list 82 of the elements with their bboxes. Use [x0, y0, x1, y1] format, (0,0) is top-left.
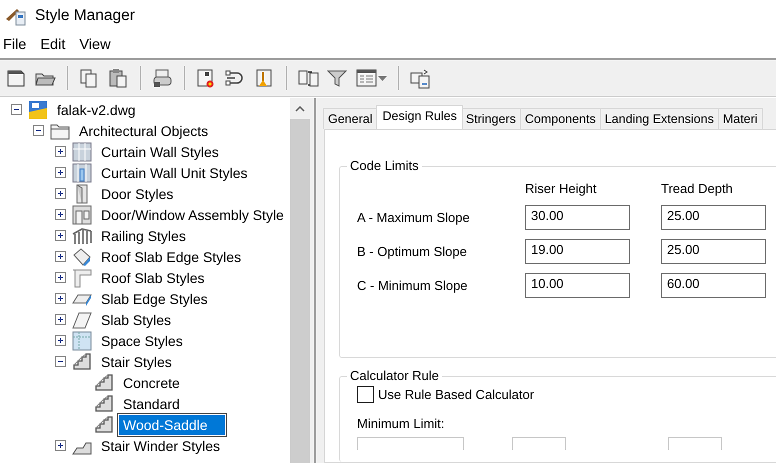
tree-item[interactable]: Stair Winder Styles: [97, 436, 224, 456]
input-field[interactable]: 10.00: [525, 273, 630, 298]
new-document-icon[interactable]: [6, 68, 27, 88]
tree-item[interactable]: Space Styles: [97, 330, 187, 350]
menu-item[interactable]: Edit: [40, 37, 80, 53]
tree-item[interactable]: Stair Styles: [97, 352, 176, 372]
input-field[interactable]: [512, 437, 566, 450]
menu-item[interactable]: View: [79, 37, 125, 53]
expand-toggle[interactable]: [55, 167, 66, 178]
tab[interactable]: General: [323, 108, 378, 129]
paste-icon[interactable]: [108, 68, 129, 88]
stair-icon: [94, 372, 114, 392]
tree-item[interactable]: Wood-Saddle: [119, 414, 225, 434]
door-window-icon: [72, 204, 92, 224]
tab[interactable]: Design Rules: [376, 105, 463, 129]
tab[interactable]: Materi: [718, 108, 763, 129]
tree-item[interactable]: Door Styles: [97, 184, 178, 204]
menu-item[interactable]: File: [3, 37, 40, 53]
grid-panel-icon: [72, 142, 92, 162]
tree-item[interactable]: Curtain Wall Styles: [97, 142, 223, 162]
grid-panel-icon: [72, 162, 92, 182]
roof-slab-icon: [72, 268, 92, 288]
tree-item[interactable]: Slab Edge Styles: [97, 288, 212, 308]
tree-item[interactable]: Architectural Objects: [75, 120, 212, 140]
expand-toggle[interactable]: [55, 230, 66, 241]
row-label: B - Optimum Slope: [357, 244, 468, 259]
input-field[interactable]: [668, 437, 722, 450]
tree-item[interactable]: Railing Styles: [97, 226, 190, 246]
row-label: C - Minimum Slope: [357, 278, 469, 293]
tree-item[interactable]: Slab Styles: [97, 310, 176, 330]
list-view-icon[interactable]: [356, 68, 377, 88]
input-field[interactable]: 25.00: [661, 239, 766, 264]
stair-icon: [94, 414, 114, 434]
row-label: A - Maximum Slope: [357, 210, 471, 225]
tab[interactable]: Landing Extensions: [600, 108, 719, 129]
tree-item[interactable]: Door/Window Assembly Style: [97, 204, 288, 224]
caret-icon[interactable]: [378, 76, 387, 80]
expand-toggle[interactable]: [55, 146, 66, 157]
tree-item[interactable]: Concrete: [119, 372, 184, 392]
slab-icon: [72, 310, 92, 330]
compare-documents-icon[interactable]: [298, 68, 319, 88]
expand-toggle[interactable]: [55, 209, 66, 220]
group-title: Calculator Rule: [347, 368, 442, 383]
input-field[interactable]: [357, 437, 464, 450]
space-icon: [72, 330, 92, 350]
collapse-toggle[interactable]: [55, 356, 66, 367]
tab[interactable]: Stringers: [460, 108, 521, 129]
scrollbar-thumb[interactable]: [290, 119, 310, 463]
stair-icon: [94, 394, 114, 414]
tab[interactable]: Components: [520, 108, 601, 129]
tree-item[interactable]: Standard: [119, 394, 184, 414]
tree-item[interactable]: falak-v2.dwg: [53, 100, 140, 120]
stair-icon: [72, 352, 92, 372]
input-field[interactable]: 19.00: [525, 239, 630, 264]
chevron-up-icon: [295, 106, 305, 112]
input-field[interactable]: 60.00: [661, 273, 766, 298]
field-label: Minimum Limit:: [357, 416, 446, 431]
railing-icon: [72, 226, 92, 246]
collapse-toggle[interactable]: [11, 104, 22, 115]
column-header: Tread Depth: [661, 180, 734, 196]
checkbox[interactable]: [357, 386, 374, 403]
input-field[interactable]: 25.00: [661, 205, 766, 230]
group-title: Code Limits: [347, 158, 422, 173]
column-header: Riser Height: [525, 180, 598, 196]
input-field[interactable]: 30.00: [525, 205, 630, 230]
checkbox-label[interactable]: Use Rule Based Calculator: [378, 387, 534, 402]
window-arrow-icon[interactable]: [410, 68, 431, 88]
expand-toggle[interactable]: [55, 440, 66, 451]
expand-toggle[interactable]: [55, 188, 66, 199]
expand-toggle[interactable]: [55, 251, 66, 262]
collapse-toggle[interactable]: [33, 125, 44, 136]
filter-icon[interactable]: [327, 68, 348, 88]
scanner-icon[interactable]: [152, 68, 173, 88]
expand-toggle[interactable]: [55, 314, 66, 325]
expand-toggle[interactable]: [55, 272, 66, 283]
slab-edge-icon: [72, 246, 92, 266]
window-title: Style Manager: [35, 7, 135, 25]
expand-toggle[interactable]: [55, 335, 66, 346]
tree-item[interactable]: Roof Slab Edge Styles: [97, 246, 246, 266]
tree-item[interactable]: Roof Slab Styles: [97, 268, 208, 288]
tree-item[interactable]: Curtain Wall Unit Styles: [97, 162, 252, 182]
expand-toggle[interactable]: [55, 293, 66, 304]
